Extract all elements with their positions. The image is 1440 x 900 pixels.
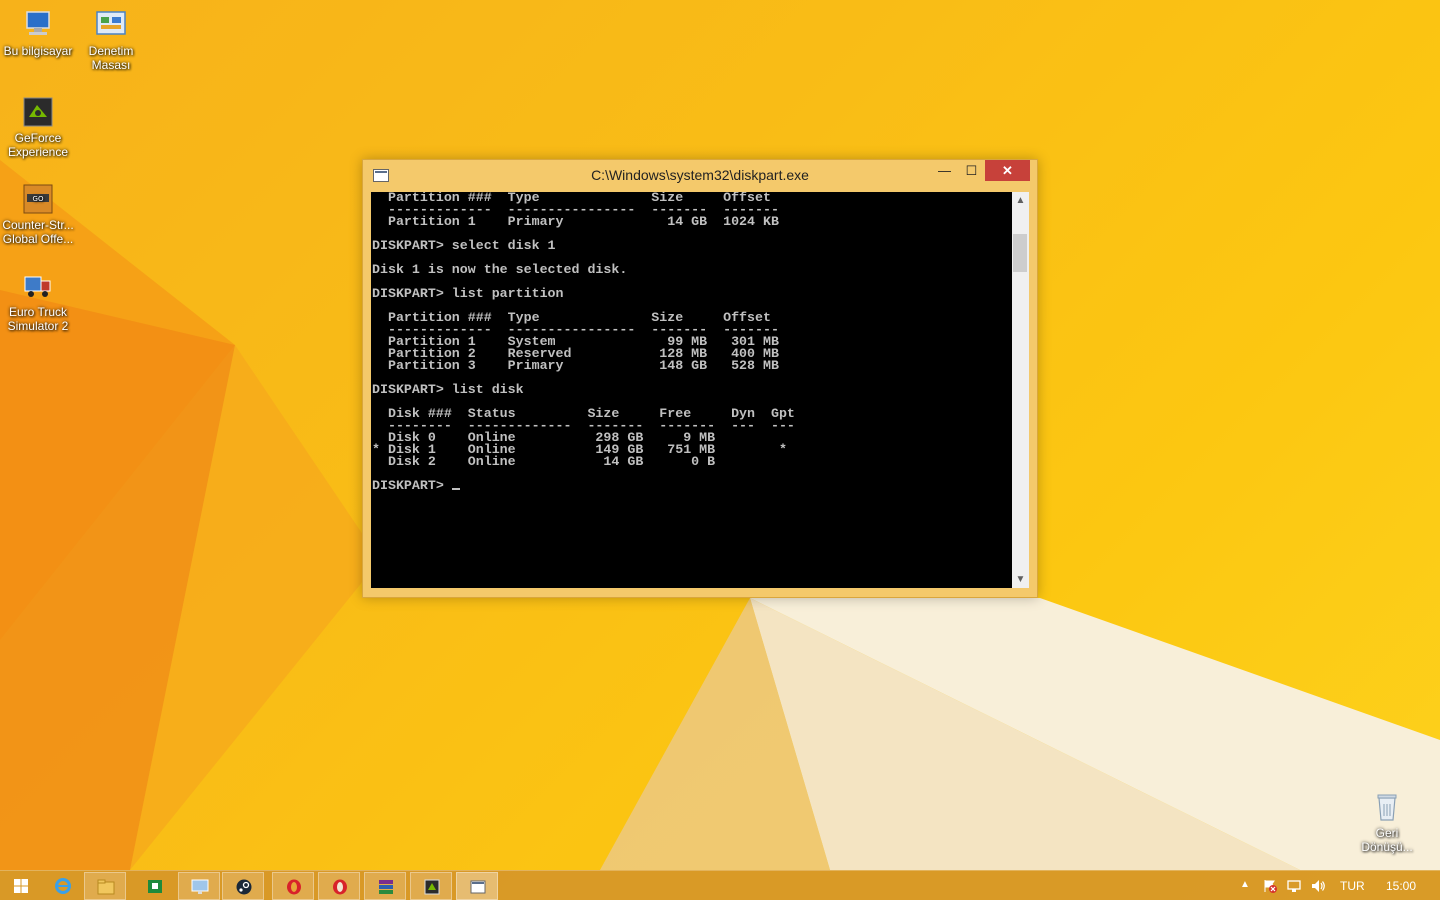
- desktop-icon-label: Geri: [1375, 826, 1399, 840]
- truck-icon: [21, 269, 55, 303]
- input-language[interactable]: TUR: [1340, 879, 1365, 893]
- console-line: Disk 1 is now the selected disk.: [372, 262, 628, 277]
- taskbar: ▲ TUR 15:00: [0, 870, 1440, 900]
- taskbar-winrar[interactable]: [364, 872, 406, 900]
- console-text: Partition ### Type Size Offset ---------…: [372, 192, 795, 492]
- store-icon: [148, 880, 162, 893]
- maximize-button[interactable]: ☐: [958, 160, 985, 181]
- action-center-flag-icon[interactable]: [1262, 878, 1278, 897]
- steam-icon: [236, 879, 252, 895]
- desktop-icon-label: Denetim: [88, 44, 134, 58]
- close-button[interactable]: ✕: [985, 160, 1030, 181]
- desktop-icon-label: Experience: [7, 145, 69, 159]
- taskbar-opera-1[interactable]: [272, 872, 314, 900]
- desktop-icon-label: Bu bilgisayar: [3, 44, 73, 58]
- desktop-icon-label: Masası: [91, 58, 131, 72]
- start-button[interactable]: [0, 872, 42, 900]
- desktop-icon-label: Global Offe...: [2, 232, 74, 246]
- scroll-up-arrow-icon[interactable]: ▲: [1012, 192, 1029, 209]
- desktop-icon-recycle-bin[interactable]: Geri Dönüşü...: [1349, 790, 1425, 854]
- minimize-button[interactable]: —: [931, 160, 958, 181]
- console-line: DISKPART> list partition: [372, 286, 564, 301]
- desktop-icon-label: GeForce: [14, 131, 62, 145]
- desktop: Bu bilgisayar Denetim Masası GeForce Exp…: [0, 0, 1440, 900]
- opera-icon: [333, 879, 347, 895]
- internet-explorer-icon: [55, 878, 71, 894]
- console-app-icon[interactable]: [373, 169, 389, 182]
- control-panel-icon: [94, 8, 128, 42]
- folder-icon: [97, 879, 115, 895]
- volume-icon[interactable]: [1310, 878, 1326, 897]
- network-icon[interactable]: [1286, 878, 1302, 897]
- desktop-icon-counter-strike[interactable]: GO Counter-Str... Global Offe...: [0, 182, 76, 246]
- desktop-icon-label: Simulator 2: [7, 319, 69, 333]
- nvidia-icon: [424, 879, 440, 895]
- desktop-icon-this-pc[interactable]: Bu bilgisayar: [0, 8, 76, 58]
- console-prompt-line[interactable]: DISKPART>: [372, 478, 795, 493]
- diskpart-window[interactable]: C:\Windows\system32\diskpart.exe — ☐ ✕ P…: [362, 159, 1038, 598]
- console-icon: [470, 880, 486, 894]
- desktop-icon-control-panel[interactable]: Denetim Masası: [73, 8, 149, 72]
- taskbar-opera-2[interactable]: [318, 872, 360, 900]
- desktop-icon-geforce-experience[interactable]: GeForce Experience: [0, 95, 76, 159]
- console-line: DISKPART> select disk 1: [372, 238, 556, 253]
- svg-text:GO: GO: [33, 195, 44, 203]
- taskbar-remote-desktop[interactable]: [178, 872, 220, 900]
- text-cursor: [451, 488, 460, 490]
- counter-strike-icon: GO: [21, 182, 55, 216]
- desktop-icon-euro-truck[interactable]: Euro Truck Simulator 2: [0, 269, 76, 333]
- geforce-icon: [21, 95, 55, 129]
- taskbar-nvidia[interactable]: [410, 872, 452, 900]
- console-line: Disk 2 Online 14 GB 0 B: [372, 454, 716, 469]
- taskbar-internet-explorer[interactable]: [42, 872, 84, 900]
- console-line: DISKPART> list disk: [372, 382, 524, 397]
- console-scrollbar[interactable]: ▲ ▼: [1012, 192, 1029, 588]
- taskbar-clock[interactable]: 15:00: [1386, 879, 1416, 893]
- desktop-icon-label: Euro Truck: [8, 305, 68, 319]
- scroll-down-arrow-icon[interactable]: ▼: [1012, 571, 1029, 588]
- show-hidden-icons-chevron-icon[interactable]: ▲: [1240, 879, 1250, 890]
- opera-icon: [287, 879, 301, 895]
- console-prompt: DISKPART>: [372, 478, 452, 493]
- archive-icon: [379, 880, 393, 894]
- recycle-bin-icon: [1370, 790, 1404, 824]
- windows-logo-icon: [14, 879, 28, 893]
- computer-icon: [21, 8, 55, 42]
- console-line: Partition 1 Primary 14 GB 1024 KB: [372, 214, 779, 229]
- window-titlebar[interactable]: C:\Windows\system32\diskpart.exe — ☐ ✕: [363, 160, 1037, 192]
- monitor-icon: [191, 879, 209, 894]
- desktop-icon-label: Counter-Str...: [2, 218, 74, 232]
- taskbar-store[interactable]: [134, 872, 176, 900]
- system-tray: ▲ TUR 15:00: [1220, 871, 1440, 900]
- scroll-thumb[interactable]: [1013, 234, 1027, 272]
- desktop-icon-label: Dönüşü...: [1361, 840, 1413, 854]
- console-output[interactable]: Partition ### Type Size Offset ---------…: [371, 192, 1012, 588]
- taskbar-steam[interactable]: [222, 872, 264, 900]
- console-line: Partition 3 Primary 148 GB 528 MB: [372, 358, 779, 373]
- taskbar-diskpart[interactable]: [456, 872, 498, 900]
- taskbar-file-explorer[interactable]: [84, 872, 126, 900]
